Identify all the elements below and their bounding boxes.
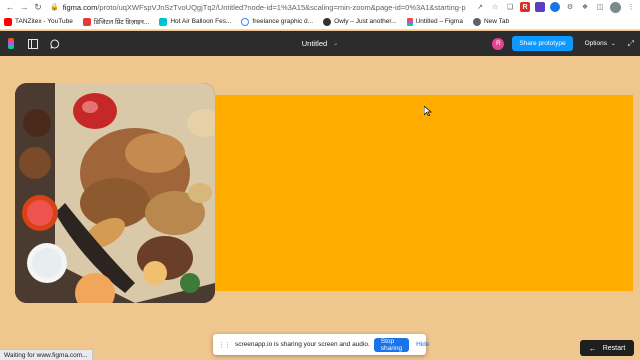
grilled-food-illustration — [15, 83, 215, 303]
bookmark-figma[interactable]: Untitled – Figma — [406, 17, 463, 26]
bookmark-label: Untitled – Figma — [415, 18, 463, 25]
restart-arrow-icon: ← — [588, 343, 597, 353]
profile-avatar[interactable] — [610, 1, 621, 13]
extension-copy-icon[interactable]: ❏ — [505, 2, 515, 12]
extensions-puzzle-icon[interactable]: ❖ — [580, 2, 590, 12]
bookmark-youtube[interactable]: TANZitex - YouTube — [4, 17, 73, 26]
user-avatar[interactable]: R — [492, 37, 505, 50]
screen-sharing-bar: ⋮⋮ screenapp.io is sharing your screen a… — [213, 334, 429, 355]
address-bar[interactable]: 🔒 figma.com/proto/uqXWFspVJnSzTvoUQgjTq2… — [50, 1, 466, 13]
bookmark-freelance[interactable]: freelance graphic d... — [241, 17, 314, 26]
drag-handle-icon[interactable]: ⋮⋮ — [218, 341, 231, 349]
figma-icon — [406, 17, 413, 26]
sidebar-toggle-button[interactable] — [22, 31, 44, 56]
url-path: /proto/uqXWFspVJnSzTvoUQgjTq2/Untitled?n… — [97, 2, 466, 12]
bookmarks-bar: TANZitex - YouTube डिजिटल प्रिंट डिज़ाइन… — [0, 14, 640, 30]
expand-icon[interactable]: ⤢ — [628, 39, 634, 49]
owly-icon — [323, 17, 332, 26]
extension-red-icon[interactable]: R — [520, 2, 530, 12]
restart-label: Restart — [602, 344, 626, 352]
file-title: Untitled — [301, 39, 328, 48]
bookmark-label: TANZitex - YouTube — [15, 18, 73, 25]
hide-button[interactable]: Hide — [416, 341, 429, 348]
restart-button[interactable]: ← Restart — [580, 340, 634, 356]
sharing-message: screenapp.io is sharing your screen and … — [235, 341, 370, 348]
bookmark-new-tab[interactable]: New Tab — [472, 17, 510, 26]
lock-icon: 🔒 — [50, 4, 59, 11]
options-label: Options — [584, 40, 607, 47]
comment-icon — [50, 38, 60, 49]
bookmark-label: डिजिटल प्रिंट डिज़ाइन... — [93, 19, 150, 26]
browser-status-bar: Waiting for www.figma.com... — [0, 349, 93, 360]
forward-button[interactable]: → — [18, 1, 30, 13]
bookmark-digital-print[interactable]: डिजिटल प्रिंट डिज़ाइन... — [82, 17, 150, 26]
globe-icon — [472, 17, 481, 26]
youtube-icon — [4, 17, 12, 26]
back-button[interactable]: ← — [4, 1, 16, 13]
comment-button[interactable] — [44, 31, 66, 56]
google-icon — [241, 17, 250, 26]
options-menu[interactable]: Options ⌄ — [585, 40, 616, 47]
sidebar-icon — [28, 38, 38, 49]
extension-gear-icon[interactable]: ⚙ — [565, 2, 575, 12]
figma-logo-icon — [8, 38, 14, 49]
pdf-icon — [82, 17, 91, 26]
stop-sharing-button[interactable]: Stop sharing — [373, 337, 410, 352]
bookmark-label: Owly – Just another... — [334, 18, 397, 25]
file-title-dropdown[interactable]: Untitled ⌄ — [302, 39, 338, 48]
extension-purple-icon[interactable] — [535, 2, 545, 12]
url-host: figma.com — [62, 2, 98, 12]
reload-button[interactable]: ↻ — [32, 1, 44, 13]
share-icon[interactable]: ↗ — [475, 2, 485, 12]
bookmark-hot-air-balloon[interactable]: Hot Air Balloon Fes... — [159, 17, 232, 26]
figma-menu-button[interactable] — [0, 31, 22, 56]
side-panel-icon[interactable]: ◫ — [595, 2, 605, 12]
bookmark-star-icon[interactable]: ☆ — [490, 2, 500, 12]
share-prototype-button[interactable]: Share prototype — [512, 36, 573, 51]
canva-icon — [159, 17, 168, 26]
bookmark-owly[interactable]: Owly – Just another... — [323, 17, 397, 26]
bookmark-label: Hot Air Balloon Fes... — [170, 18, 232, 25]
prototype-frame[interactable] — [215, 95, 633, 291]
bookmark-label: New Tab — [483, 18, 510, 25]
chevron-down-icon: ⌄ — [333, 41, 339, 47]
extension-blue-icon[interactable] — [550, 2, 560, 12]
browser-menu-icon[interactable]: ⋮ — [626, 2, 636, 12]
food-platter-image — [15, 83, 215, 303]
bookmark-label: freelance graphic d... — [252, 18, 314, 25]
browser-toolbar: ← → ↻ 🔒 figma.com/proto/uqXWFspVJnSzTvoU… — [0, 0, 640, 14]
figma-toolbar: Untitled ⌄ R Share prototype Options ⌄ ⤢ — [0, 31, 640, 56]
chevron-down-icon: ⌄ — [610, 40, 616, 47]
mouse-cursor-icon — [424, 106, 432, 116]
